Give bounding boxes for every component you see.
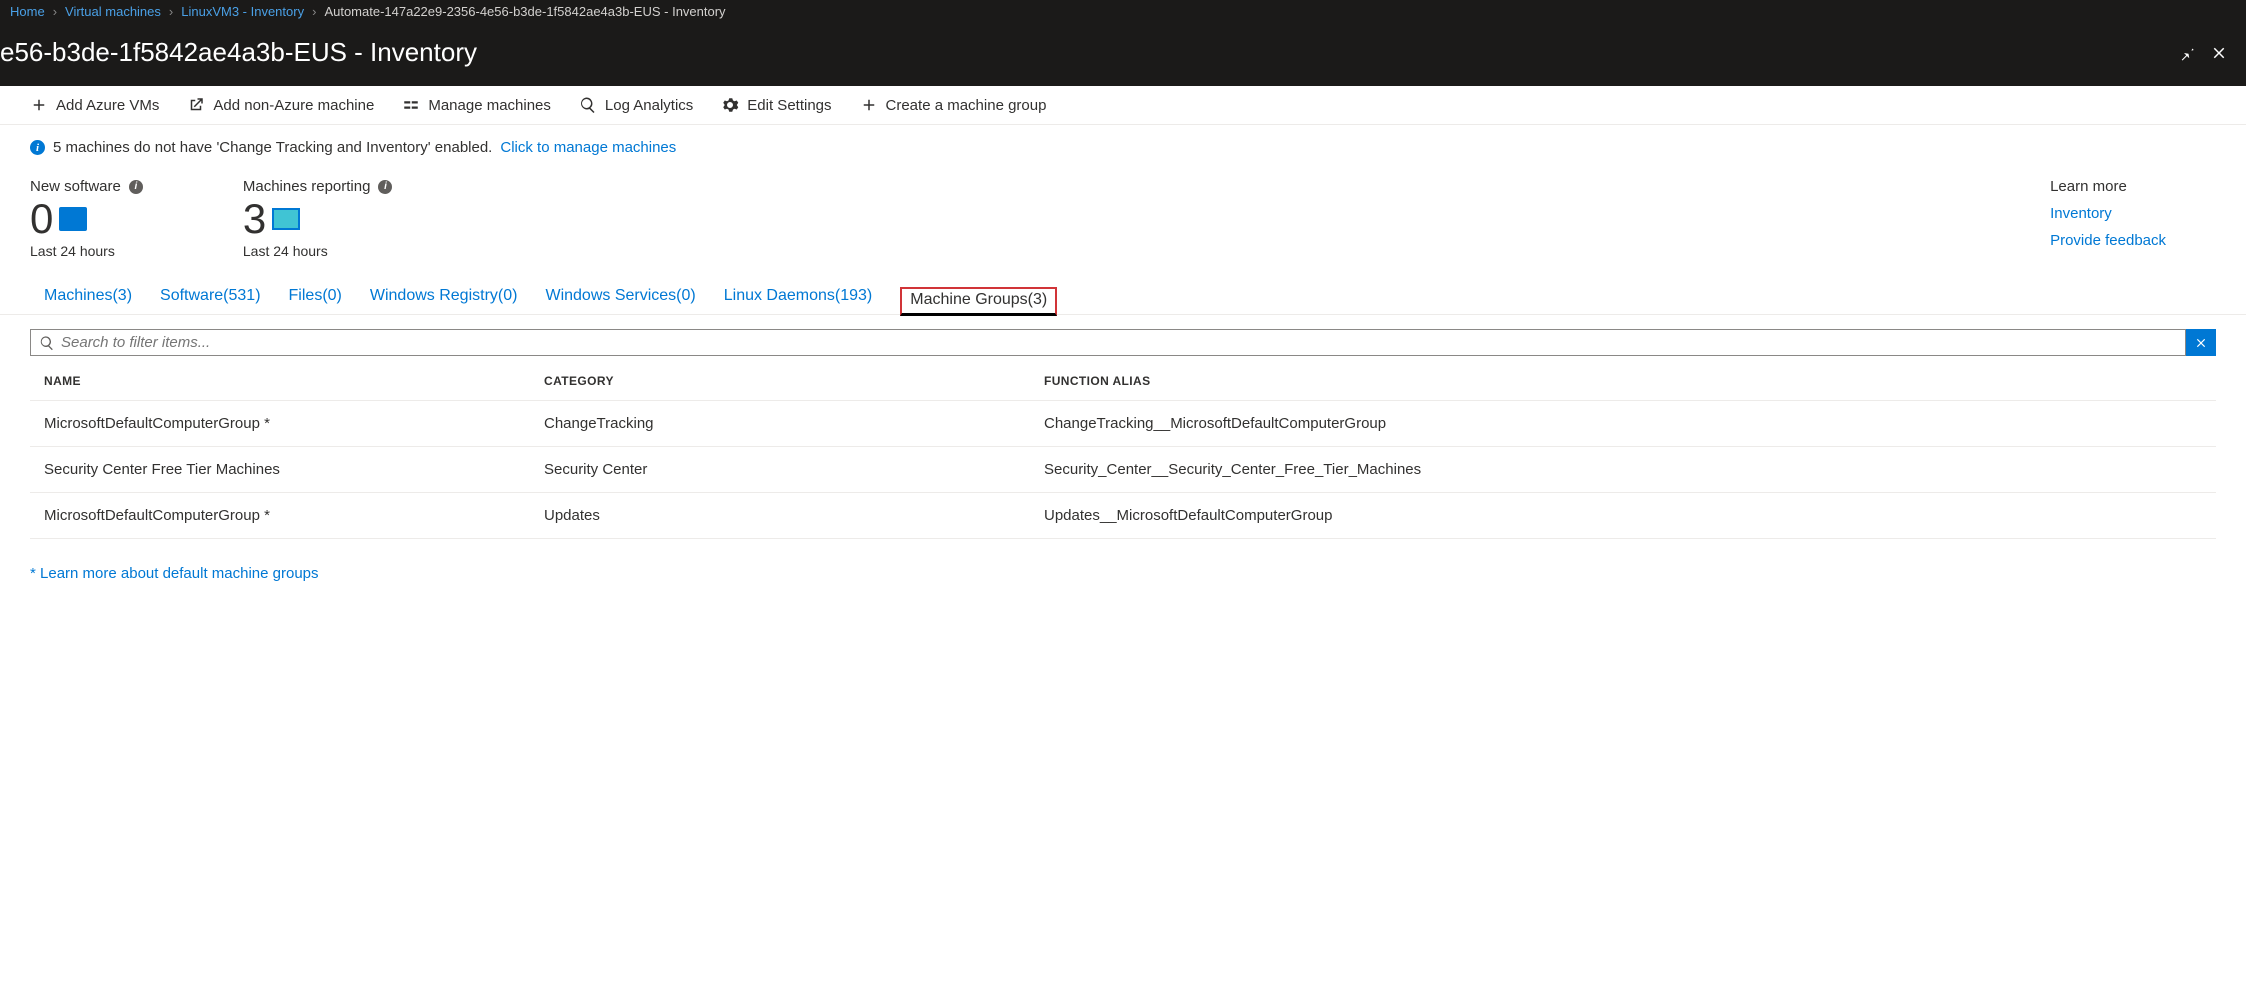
add-non-azure-button[interactable]: Add non-Azure machine — [187, 96, 374, 114]
table-header: NAME CATEGORY FUNCTION ALIAS — [30, 356, 2216, 400]
cell-alias: Security_Center__Security_Center_Free_Ti… — [1044, 461, 2202, 478]
breadcrumb: Home › Virtual machines › LinuxVM3 - Inv… — [0, 0, 2246, 23]
breadcrumb-home[interactable]: Home — [10, 4, 45, 19]
package-icon — [59, 207, 87, 231]
tab-software[interactable]: Software(531) — [160, 287, 261, 314]
cell-name: Security Center Free Tier Machines — [44, 461, 544, 478]
stat-new-software-sub: Last 24 hours — [30, 243, 143, 259]
chevron-right-icon: › — [169, 4, 173, 19]
search-input[interactable] — [61, 334, 2177, 351]
search-input-wrap[interactable] — [30, 329, 2186, 356]
table-row[interactable]: MicrosoftDefaultComputerGroup * Updates … — [30, 492, 2216, 539]
stat-machines-reporting: Machines reporting i 3 Last 24 hours — [243, 178, 393, 259]
banner-link[interactable]: Click to manage machines — [500, 139, 676, 156]
breadcrumb-vms[interactable]: Virtual machines — [65, 4, 161, 19]
page-header: e56-b3de-1f5842ae4a3b-EUS - Inventory — [0, 23, 2246, 86]
breadcrumb-linuxvm3[interactable]: LinuxVM3 - Inventory — [181, 4, 304, 19]
default-groups-link[interactable]: * Learn more about default machine group… — [30, 565, 319, 582]
cell-name: MicrosoftDefaultComputerGroup * — [44, 507, 544, 524]
chevron-right-icon: › — [53, 4, 57, 19]
add-non-azure-label: Add non-Azure machine — [213, 97, 374, 114]
create-group-label: Create a machine group — [886, 97, 1047, 114]
toolbar: Add Azure VMs Add non-Azure machine Mana… — [0, 86, 2246, 125]
manage-machines-button[interactable]: Manage machines — [402, 96, 551, 114]
add-azure-label: Add Azure VMs — [56, 97, 159, 114]
search-icon — [39, 335, 55, 351]
cell-category: Security Center — [544, 461, 1044, 478]
edit-settings-label: Edit Settings — [747, 97, 831, 114]
add-azure-vms-button[interactable]: Add Azure VMs — [30, 96, 159, 114]
stats-row: New software i 0 Last 24 hours Machines … — [0, 170, 2246, 259]
th-function-alias[interactable]: FUNCTION ALIAS — [1044, 374, 2202, 388]
monitor-icon — [272, 208, 300, 230]
tabs: Machines(3) Software(531) Files(0) Windo… — [0, 259, 2246, 315]
info-banner: i 5 machines do not have 'Change Trackin… — [0, 125, 2246, 170]
chevron-right-icon: › — [312, 4, 316, 19]
search-row — [0, 315, 2246, 356]
learn-more-title: Learn more — [2050, 178, 2166, 195]
plus-icon — [30, 96, 48, 114]
gear-icon — [721, 96, 739, 114]
th-name[interactable]: NAME — [44, 374, 544, 388]
learn-inventory-link[interactable]: Inventory — [2050, 205, 2166, 222]
x-icon — [2194, 336, 2208, 350]
tab-machine-groups[interactable]: Machine Groups(3) — [900, 287, 1057, 316]
stat-new-software-label: New software — [30, 178, 121, 195]
cell-alias: ChangeTracking__MicrosoftDefaultComputer… — [1044, 415, 2202, 432]
table-row[interactable]: Security Center Free Tier Machines Secur… — [30, 446, 2216, 492]
close-icon[interactable] — [2210, 44, 2228, 62]
cell-alias: Updates__MicrosoftDefaultComputerGroup — [1044, 507, 2202, 524]
table-row[interactable]: MicrosoftDefaultComputerGroup * ChangeTr… — [30, 400, 2216, 446]
log-analytics-label: Log Analytics — [605, 97, 693, 114]
create-machine-group-button[interactable]: Create a machine group — [860, 96, 1047, 114]
info-icon: i — [30, 140, 45, 155]
tab-daemons[interactable]: Linux Daemons(193) — [724, 287, 873, 314]
stat-new-software-value: 0 — [30, 195, 53, 243]
pin-icon[interactable] — [2178, 44, 2196, 62]
banner-text: 5 machines do not have 'Change Tracking … — [53, 139, 492, 156]
clear-search-button[interactable] — [2186, 329, 2216, 356]
search-icon — [579, 96, 597, 114]
th-category[interactable]: CATEGORY — [544, 374, 1044, 388]
machine-groups-table: NAME CATEGORY FUNCTION ALIAS MicrosoftDe… — [0, 356, 2246, 539]
stat-machines-reporting-value: 3 — [243, 195, 266, 243]
stat-machines-reporting-sub: Last 24 hours — [243, 243, 393, 259]
edit-settings-button[interactable]: Edit Settings — [721, 96, 831, 114]
breadcrumb-current: Automate-147a22e9-2356-4e56-b3de-1f5842a… — [324, 4, 725, 19]
tab-files[interactable]: Files(0) — [289, 287, 342, 314]
cell-category: ChangeTracking — [544, 415, 1044, 432]
stat-new-software: New software i 0 Last 24 hours — [30, 178, 143, 259]
stat-machines-reporting-label: Machines reporting — [243, 178, 371, 195]
external-icon — [187, 96, 205, 114]
machines-icon — [402, 96, 420, 114]
info-icon[interactable]: i — [378, 180, 392, 194]
manage-machines-label: Manage machines — [428, 97, 551, 114]
tab-registry[interactable]: Windows Registry(0) — [370, 287, 518, 314]
cell-category: Updates — [544, 507, 1044, 524]
learn-more-block: Learn more Inventory Provide feedback — [2050, 178, 2216, 259]
cell-name: MicrosoftDefaultComputerGroup * — [44, 415, 544, 432]
plus-icon — [860, 96, 878, 114]
page-title: e56-b3de-1f5842ae4a3b-EUS - Inventory — [0, 37, 477, 68]
info-icon[interactable]: i — [129, 180, 143, 194]
learn-feedback-link[interactable]: Provide feedback — [2050, 232, 2166, 249]
log-analytics-button[interactable]: Log Analytics — [579, 96, 693, 114]
footer: * Learn more about default machine group… — [0, 539, 2246, 608]
tab-services[interactable]: Windows Services(0) — [545, 287, 695, 314]
tab-machines[interactable]: Machines(3) — [44, 287, 132, 314]
